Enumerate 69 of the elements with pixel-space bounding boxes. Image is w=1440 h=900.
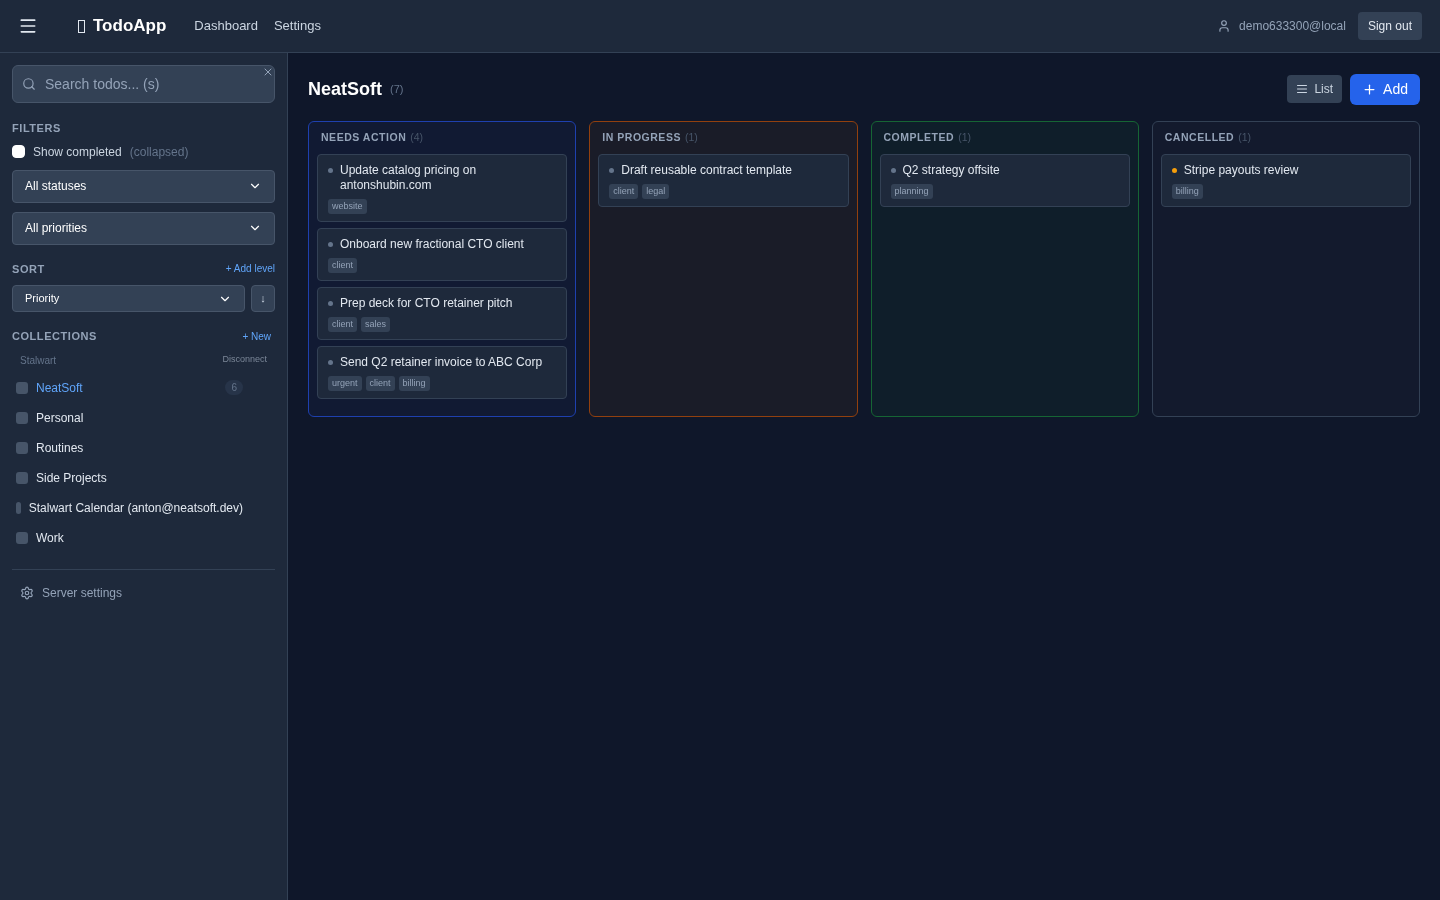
task-tag: urgent xyxy=(328,375,362,391)
nav-link[interactable]: Settings xyxy=(273,16,321,36)
column-count: (1) xyxy=(958,130,971,145)
task-card[interactable]: Draft reusable contract template client legal xyxy=(598,153,849,207)
add-level-link[interactable]: + Add level xyxy=(225,261,275,277)
dropdown[interactable]: All statuses xyxy=(12,169,275,203)
column-title: IN PROGRESS xyxy=(602,130,681,145)
collection-name: Stalwart Calendar (anton@neatsoft.dev) xyxy=(28,499,243,517)
collection-name: Routines xyxy=(36,439,84,457)
task-tag: planning xyxy=(890,183,933,199)
collection-item[interactable]: Personal xyxy=(12,402,275,433)
task-card[interactable]: Update catalog pricing on antonshubin.com website xyxy=(317,153,568,222)
column-title: COMPLETED xyxy=(883,130,955,145)
task-tag: client xyxy=(365,375,395,391)
task-title: Q2 strategy offsite xyxy=(902,162,1000,178)
task-title: Stripe payouts review xyxy=(1183,162,1299,178)
account-label: Stalwart xyxy=(20,353,57,368)
task-card[interactable]: Send Q2 retainer invoice to ABC Corp urgent client billing xyxy=(317,345,568,399)
collection-name: Work xyxy=(36,529,64,547)
task-tag: sales xyxy=(361,316,391,332)
add-button[interactable]: Add xyxy=(1350,73,1420,105)
column-title: CANCELLED xyxy=(1164,130,1235,145)
section-heading: FILTERS xyxy=(12,121,62,136)
task-title: Draft reusable contract template xyxy=(621,162,792,178)
collection-item[interactable]: NeatSoft 6 xyxy=(12,372,275,403)
collection-name: Personal xyxy=(36,409,84,427)
task-tag: website xyxy=(328,198,367,214)
task-card[interactable]: Stripe payouts review billing xyxy=(1160,153,1411,207)
column-count: (4) xyxy=(410,130,424,145)
collection-item[interactable]: Routines xyxy=(12,432,275,463)
column-title: NEEDS ACTION xyxy=(321,130,407,145)
dropdown[interactable]: All priorities xyxy=(12,211,275,245)
task-tag: billing xyxy=(398,375,430,391)
section-heading: COLLECTIONS xyxy=(12,329,97,344)
task-title: Send Q2 retainer invoice to ABC Corp xyxy=(340,354,543,370)
collection-name: NeatSoft xyxy=(36,379,83,397)
sign-out-button[interactable]: Sign out xyxy=(1357,12,1422,40)
user-email: demo633300@local xyxy=(1239,18,1346,35)
search-field[interactable]: Search todos... (s) xyxy=(12,65,275,103)
task-tag: legal xyxy=(642,183,670,199)
collection-item[interactable]: Side Projects xyxy=(12,462,275,493)
task-card[interactable]: Onboard new fractional CTO client client xyxy=(317,227,568,281)
list-view-button[interactable]: List xyxy=(1287,75,1343,103)
count-pill: 6 xyxy=(225,380,243,395)
hint-text: (collapsed) xyxy=(129,143,189,161)
nav-link[interactable]: Dashboard xyxy=(194,16,258,36)
task-card[interactable]: Prep deck for CTO retainer pitch client sales xyxy=(317,286,568,340)
section-heading: SORT xyxy=(12,261,45,277)
collection-item[interactable]: Work xyxy=(12,522,275,553)
sort-dropdown[interactable]: Priority xyxy=(12,285,245,312)
checkbox-label: Show completed xyxy=(33,143,122,161)
task-tag: client xyxy=(328,257,357,273)
task-card[interactable]: Q2 strategy offsite planning xyxy=(879,153,1130,207)
new-collection-link[interactable]: + New xyxy=(242,328,271,344)
board-count: (7) xyxy=(390,81,404,97)
sort-direction-button[interactable]: ↓ xyxy=(251,285,275,312)
task-title: Update catalog pricing on antonshubin.com xyxy=(340,162,478,193)
collection-name: Side Projects xyxy=(36,469,107,487)
disconnect-link[interactable]: Disconnect xyxy=(222,353,267,367)
task-title: Onboard new fractional CTO client xyxy=(340,236,524,252)
collection-item[interactable]: Stalwart Calendar (anton@neatsoft.dev) xyxy=(12,492,275,523)
task-title: Prep deck for CTO retainer pitch xyxy=(340,295,513,311)
task-tag: client xyxy=(328,316,357,332)
board-title: NeatSoft xyxy=(308,77,382,101)
server-settings-link[interactable]: Server settings xyxy=(42,583,123,602)
task-tag: billing xyxy=(1171,183,1203,199)
column-count: (1) xyxy=(684,130,698,145)
app-title[interactable]: TodoApp xyxy=(93,13,167,39)
task-tag: client xyxy=(609,183,639,199)
